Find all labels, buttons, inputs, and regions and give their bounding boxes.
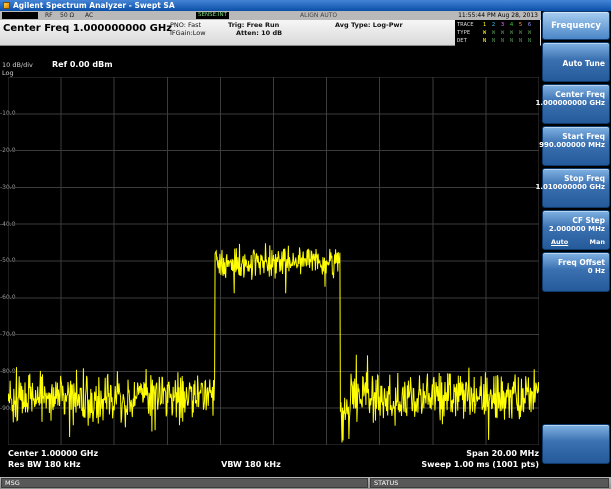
auto-man-toggle: Auto Man xyxy=(545,238,605,246)
softkey-value: 0 Hz xyxy=(588,267,605,276)
type-row-label: TYPE xyxy=(457,29,480,37)
softkey-cf-step[interactable]: CF Step 2.000000 MHz Auto Man xyxy=(542,210,610,250)
scale-type-label: Log xyxy=(2,69,14,77)
title-bar: Agilent Spectrum Analyzer - Swept SA xyxy=(0,0,611,11)
softkey-value: 990.000000 MHz xyxy=(539,141,605,150)
input-indicator xyxy=(2,12,38,19)
trace-3-num: 3 xyxy=(498,21,507,29)
type-5: W xyxy=(516,29,525,37)
type-3: W xyxy=(498,29,507,37)
trace-row: TRACE 1 2 3 4 5 6 xyxy=(457,21,538,29)
center-annotation: Center 1.00000 GHz xyxy=(8,449,98,458)
annotation-row-1: Center 1.00000 GHz Span 20.00 MHz xyxy=(8,449,539,458)
status-label: STATUS xyxy=(374,479,398,487)
trace-1-num: 1 xyxy=(480,21,489,29)
trace-row-label: TRACE xyxy=(457,21,480,29)
det-row-label: DET xyxy=(457,37,480,45)
impedance-indicator: 50 Ω xyxy=(60,12,74,19)
sense-indicator: SENSE:INT xyxy=(196,12,229,19)
atten-status: Atten: 10 dB xyxy=(228,30,282,38)
softkey-value: 1.010000000 GHz xyxy=(536,183,605,192)
vbw-annotation: VBW 180 kHz xyxy=(221,460,281,469)
center-freq-readout: Center Freq 1.000000000 GHz xyxy=(3,23,172,34)
softkey-value: 2.000000 MHz xyxy=(549,225,605,234)
softkey-stop-freq[interactable]: Stop Freq 1.010000000 GHz xyxy=(542,168,610,208)
menu-title-frequency: Frequency xyxy=(542,11,610,40)
avg-type-status: Avg Type: Log-Pwr xyxy=(335,22,403,30)
trigger-column: Trig: Free Run Atten: 10 dB xyxy=(228,22,282,37)
spectrum-analyzer-screen: Agilent Spectrum Analyzer - Swept SA RF … xyxy=(0,0,611,489)
type-1: W xyxy=(480,29,489,37)
softkey-freq-offset[interactable]: Freq Offset 0 Hz xyxy=(542,252,610,292)
toggle-auto: Auto xyxy=(551,238,568,246)
softkey-label: Center Freq xyxy=(555,90,605,99)
msg-label: MSG xyxy=(5,479,20,487)
softkey-label: Start Freq xyxy=(562,132,605,141)
softkey-panel: Frequency Auto Tune Center Freq 1.000000… xyxy=(541,11,611,477)
type-4: W xyxy=(507,29,516,37)
coupling-indicator: AC xyxy=(85,12,93,19)
type-6: W xyxy=(525,29,534,37)
softkey-center-freq[interactable]: Center Freq 1.000000000 GHz xyxy=(542,84,610,124)
det-1: N xyxy=(480,37,489,45)
softkey-label: Stop Freq xyxy=(564,174,605,183)
app-icon xyxy=(3,2,10,9)
softkey-start-freq[interactable]: Start Freq 990.000000 MHz xyxy=(542,126,610,166)
softkey-label: Auto Tune xyxy=(562,59,605,68)
header-row: Center Freq 1.000000000 GHz PNO: Fast IF… xyxy=(0,20,541,46)
status-field: STATUS xyxy=(370,478,609,488)
graticule xyxy=(8,77,539,445)
annotation-row-2: Res BW 180 kHz VBW 180 kHz Sweep 1.00 ms… xyxy=(8,460,539,469)
msg-field: MSG xyxy=(1,478,368,488)
graph-region: 10 dB/div Log Ref 0.00 dBm -10.0 -20.0 -… xyxy=(0,46,541,477)
trace-6-num: 6 xyxy=(525,21,534,29)
resbw-annotation: Res BW 180 kHz xyxy=(8,460,81,469)
ref-level-label: Ref 0.00 dBm xyxy=(52,60,113,69)
softkey-value: 1.000000000 GHz xyxy=(536,99,605,108)
ifgain-status: IFGain:Low xyxy=(170,30,206,38)
bottom-status-bar: MSG STATUS xyxy=(0,477,611,489)
sweep-annotation: Sweep 1.00 ms (1001 pts) xyxy=(421,460,539,469)
rf-indicator: RF xyxy=(45,12,53,19)
det-row: DET N N N N N N xyxy=(457,37,538,45)
det-2: N xyxy=(489,37,498,45)
det-6: N xyxy=(525,37,534,45)
det-5: N xyxy=(516,37,525,45)
window-title: Agilent Spectrum Analyzer - Swept SA xyxy=(13,1,175,10)
trace-2-num: 2 xyxy=(489,21,498,29)
softkey-blank[interactable] xyxy=(542,424,610,464)
det-3: N xyxy=(498,37,507,45)
spectrum-display xyxy=(8,77,539,445)
softkey-auto-tune[interactable]: Auto Tune xyxy=(542,42,610,82)
trace-5-num: 5 xyxy=(516,21,525,29)
status-row: RF 50 Ω AC SENSE:INT ALIGN AUTO 11:55:44… xyxy=(0,11,541,20)
softkey-label: CF Step xyxy=(572,216,605,225)
type-2: W xyxy=(489,29,498,37)
scale-label: 10 dB/div xyxy=(2,61,33,69)
type-row: TYPE W W W W W W xyxy=(457,29,538,37)
datetime-display: 11:55:44 PM Aug 28, 2013 xyxy=(458,12,538,19)
softkey-label: Freq Offset xyxy=(558,258,605,267)
det-4: N xyxy=(507,37,516,45)
toggle-man: Man xyxy=(590,238,605,246)
pno-column: PNO: Fast IFGain:Low xyxy=(170,22,206,37)
span-annotation: Span 20.00 MHz xyxy=(466,449,539,458)
trace-status-table: TRACE 1 2 3 4 5 6 TYPE W W W W W W DET N… xyxy=(455,20,540,46)
trace-4-num: 4 xyxy=(507,21,516,29)
align-indicator: ALIGN AUTO xyxy=(300,12,337,19)
